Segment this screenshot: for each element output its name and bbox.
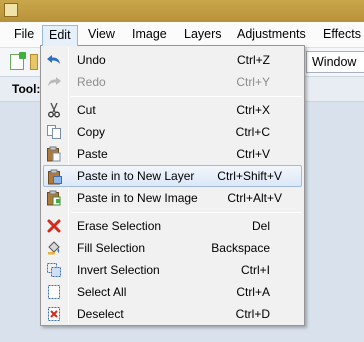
menu-item-shortcut: Ctrl+Shift+V	[217, 169, 282, 183]
menu-item-undo[interactable]: Undo Ctrl+Z	[43, 49, 302, 71]
menu-item-label: Paste in to New Image	[77, 191, 198, 205]
paste-new-image-icon	[46, 190, 62, 206]
menu-item-shortcut: Backspace	[211, 241, 270, 255]
invert-selection-icon	[46, 262, 62, 278]
menu-item-shortcut: Ctrl+Y	[236, 75, 270, 89]
menu-item-shortcut: Del	[251, 219, 270, 233]
menu-adjustments[interactable]: Adjustments	[231, 25, 312, 46]
menu-item-paste[interactable]: Paste Ctrl+V	[43, 143, 302, 165]
fill-selection-icon	[46, 240, 62, 256]
menu-item-copy[interactable]: Copy Ctrl+C	[43, 121, 302, 143]
menu-item-shortcut: Ctrl+C	[235, 125, 270, 139]
app-icon[interactable]	[4, 3, 18, 17]
menu-layers[interactable]: Layers	[178, 25, 228, 46]
menu-edit[interactable]: Edit	[42, 25, 78, 46]
menu-item-cut[interactable]: Cut Ctrl+X	[43, 99, 302, 121]
menu-item-label: Fill Selection	[77, 241, 146, 255]
menu-item-select-all[interactable]: Select All Ctrl+A	[43, 281, 302, 303]
undo-icon	[46, 52, 62, 68]
menu-image[interactable]: Image	[126, 25, 173, 46]
deselect-icon	[46, 306, 62, 322]
paste-new-layer-icon	[47, 169, 63, 185]
menu-effects[interactable]: Effects	[317, 25, 364, 46]
menu-item-label: Undo	[77, 53, 106, 67]
menu-item-label: Select All	[77, 285, 127, 299]
menu-item-shortcut: Ctrl+Alt+V	[227, 191, 282, 205]
menu-item-label: Redo	[77, 75, 106, 89]
menu-item-shortcut: Ctrl+I	[240, 263, 270, 277]
copy-icon	[46, 124, 62, 140]
menu-item-paste-new-image[interactable]: Paste in to New Image Ctrl+Alt+V	[43, 187, 302, 209]
menu-item-deselect[interactable]: Deselect Ctrl+D	[43, 303, 302, 325]
menu-item-label: Cut	[77, 103, 96, 117]
cut-icon	[46, 102, 62, 118]
menu-item-label: Invert Selection	[77, 263, 160, 277]
window-title-bar	[0, 0, 364, 22]
edit-menu-dropdown: Undo Ctrl+Z Redo Ctrl+Y Cut Ctrl+X Copy …	[40, 45, 305, 326]
new-image-icon[interactable]	[10, 52, 26, 70]
menu-item-redo[interactable]: Redo Ctrl+Y	[43, 71, 302, 93]
menu-item-fill-selection[interactable]: Fill Selection Backspace	[43, 237, 302, 259]
menu-item-label: Paste	[77, 147, 108, 161]
menu-item-shortcut: Ctrl+D	[235, 307, 270, 321]
open-folder-icon[interactable]	[30, 54, 38, 70]
menu-item-label: Paste in to New Layer	[77, 169, 195, 183]
menu-item-shortcut: Ctrl+X	[236, 103, 270, 117]
select-all-icon	[46, 284, 62, 300]
menu-item-label: Erase Selection	[77, 219, 162, 233]
menu-item-shortcut: Ctrl+V	[236, 147, 270, 161]
menu-file[interactable]: File	[8, 25, 40, 46]
menu-item-shortcut: Ctrl+A	[236, 285, 270, 299]
menu-item-label: Deselect	[77, 307, 124, 321]
menu-item-invert-selection[interactable]: Invert Selection Ctrl+I	[43, 259, 302, 281]
menu-separator	[71, 212, 302, 213]
menu-separator	[71, 96, 302, 97]
redo-icon	[46, 74, 62, 90]
menu-item-shortcut: Ctrl+Z	[237, 53, 270, 67]
menu-item-label: Copy	[77, 125, 106, 139]
tool-label: Tool:	[12, 82, 41, 96]
erase-selection-icon	[46, 218, 62, 234]
menu-item-paste-new-layer[interactable]: Paste in to New Layer Ctrl+Shift+V	[43, 165, 302, 187]
window-dropdown[interactable]: Window	[306, 51, 364, 73]
menu-item-erase-selection[interactable]: Erase Selection Del	[43, 215, 302, 237]
menu-view[interactable]: View	[82, 25, 121, 46]
paste-icon	[46, 146, 62, 162]
